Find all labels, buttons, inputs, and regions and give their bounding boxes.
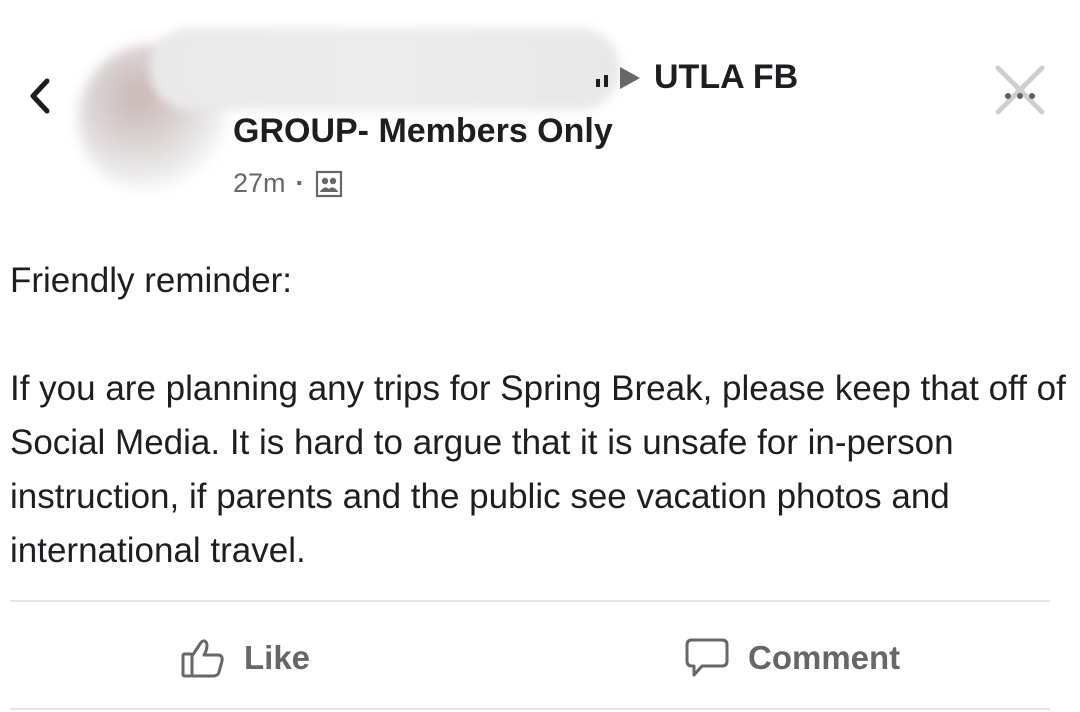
like-button[interactable]: Like bbox=[180, 628, 310, 688]
post-header-breadcrumb: UTLA FB bbox=[588, 58, 798, 97]
facebook-group-post: UTLA FB GROUP- Members Only 27m · Friend… bbox=[0, 0, 1080, 712]
post-greeting: Friendly reminder: bbox=[10, 261, 293, 300]
close-icon bbox=[995, 65, 1045, 115]
post-body: Friendly reminder: If you are planning a… bbox=[10, 254, 1070, 578]
post-timestamp[interactable]: 27m bbox=[233, 168, 286, 199]
thumbs-up-icon bbox=[181, 639, 224, 678]
redacted-text-fragment bbox=[588, 65, 614, 91]
close-button[interactable] bbox=[988, 58, 1052, 122]
post-message: If you are planning any trips for Spring… bbox=[10, 369, 1066, 570]
group-link-part1[interactable]: UTLA FB bbox=[654, 58, 798, 97]
divider bbox=[10, 708, 1050, 710]
back-button[interactable] bbox=[22, 76, 58, 116]
breadcrumb-arrow-icon bbox=[620, 66, 640, 89]
speech-bubble-icon bbox=[685, 638, 729, 677]
post-meta: 27m · bbox=[233, 168, 343, 199]
like-label: Like bbox=[244, 639, 311, 676]
meta-separator: · bbox=[295, 168, 305, 198]
group-link-part2[interactable]: GROUP- Members Only bbox=[233, 112, 613, 151]
comment-label: Comment bbox=[748, 639, 901, 676]
comment-button[interactable]: Comment bbox=[684, 628, 900, 688]
redacted-author-name bbox=[150, 28, 620, 110]
group-members-icon bbox=[315, 170, 342, 197]
divider bbox=[10, 600, 1050, 602]
chevron-left-icon bbox=[30, 78, 50, 114]
